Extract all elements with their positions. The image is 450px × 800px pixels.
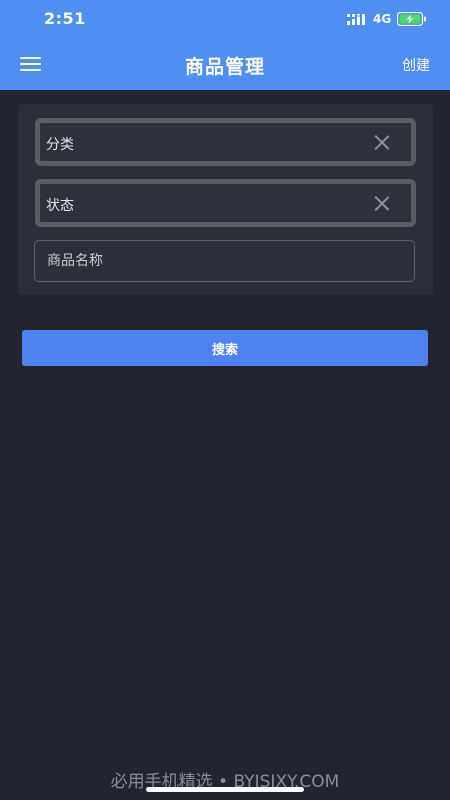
search-button[interactable]: 搜索	[22, 330, 428, 366]
navigation-bar: 商品管理 创建	[0, 40, 450, 90]
status-time: 2:51	[44, 9, 86, 28]
status-select[interactable]: 状态	[35, 179, 416, 227]
category-label: 分类	[46, 137, 74, 153]
create-button[interactable]: 创建	[402, 55, 430, 75]
status-label: 状态	[46, 198, 74, 214]
close-icon[interactable]	[374, 196, 389, 211]
filter-panel: 分类 状态	[18, 104, 433, 295]
app-header: 2:51 4G 商品管理 创建	[0, 0, 450, 90]
status-bar: 2:51 4G	[0, 0, 450, 38]
home-indicator[interactable]	[146, 787, 304, 792]
product-name-input[interactable]	[34, 240, 415, 282]
battery-charging-icon	[397, 12, 426, 26]
close-icon[interactable]	[374, 135, 389, 150]
signal-icon	[347, 14, 365, 25]
category-select[interactable]: 分类	[35, 118, 416, 166]
page-title: 商品管理	[184, 56, 265, 78]
network-label: 4G	[373, 12, 392, 26]
